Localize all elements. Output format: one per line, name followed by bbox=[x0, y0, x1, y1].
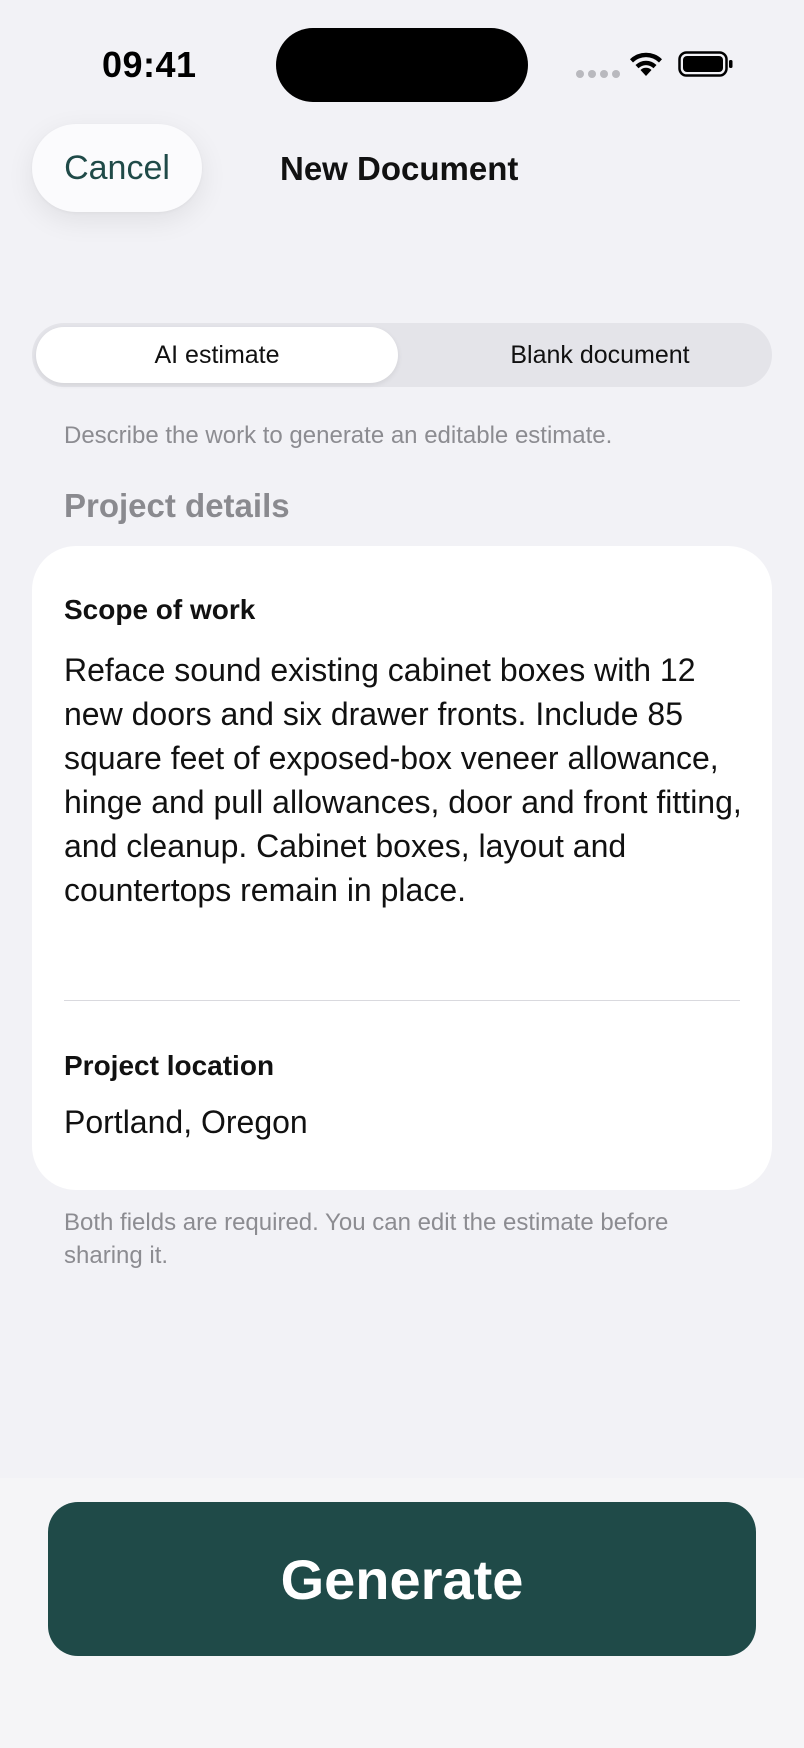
wifi-icon bbox=[630, 52, 662, 76]
segment-blank-document[interactable]: Blank document bbox=[432, 327, 768, 383]
scope-of-work-input[interactable]: Reface sound existing cabinet boxes with… bbox=[64, 648, 754, 912]
project-location-label: Project location bbox=[64, 1050, 275, 1081]
segment-ai-estimate[interactable]: AI estimate bbox=[36, 327, 398, 383]
battery-icon bbox=[678, 51, 733, 77]
cancel-button[interactable]: Cancel bbox=[32, 124, 202, 212]
page-title: New Document bbox=[280, 150, 519, 187]
project-details-card: Scope of work Reface sound existing cabi… bbox=[32, 546, 772, 1190]
mode-segmented-control: AI estimate Blank document bbox=[32, 323, 772, 387]
new-document-screen: 09:41 Cancel New Document AI estimate Bl… bbox=[0, 0, 804, 1748]
field-divider bbox=[64, 1000, 740, 1001]
cellular-signal-icon bbox=[576, 70, 620, 78]
section-header-project-details: Project details bbox=[64, 487, 290, 524]
form-footnote: Both fields are required. You can edit t… bbox=[64, 1209, 669, 1269]
scope-of-work-label: Scope of work bbox=[64, 594, 256, 625]
project-location-input[interactable]: Portland, Oregon bbox=[64, 1104, 308, 1141]
dynamic-island bbox=[276, 28, 528, 102]
status-time: 09:41 bbox=[102, 44, 197, 85]
mode-hint-text: Describe the work to generate an editabl… bbox=[64, 422, 613, 449]
generate-button[interactable]: Generate bbox=[48, 1502, 756, 1656]
